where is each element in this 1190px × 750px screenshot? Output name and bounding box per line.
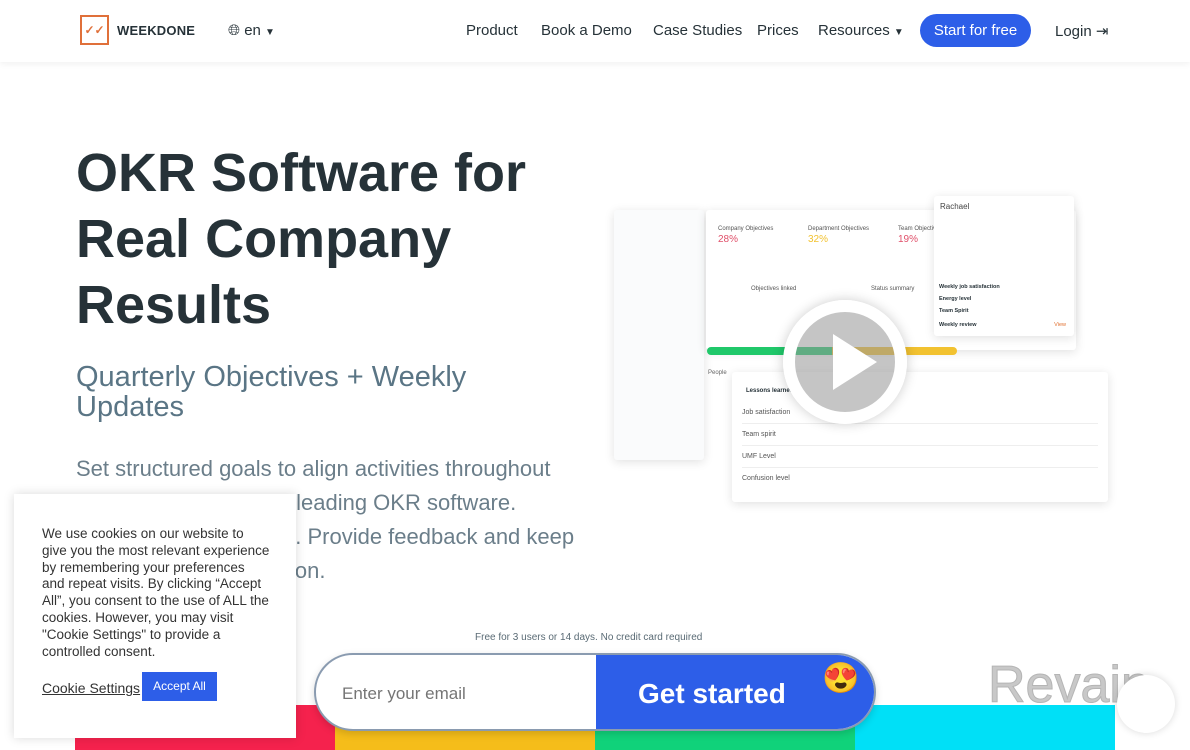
cookie-settings-link[interactable]: Cookie Settings xyxy=(42,680,140,697)
nav-product[interactable]: Product xyxy=(466,22,518,39)
play-video-icon[interactable] xyxy=(783,300,907,424)
login-label: Login xyxy=(1055,23,1092,40)
caret-down-icon: ▼ xyxy=(265,27,275,38)
language-selector[interactable]: 🌐︎ en ▼ xyxy=(228,22,275,39)
login-link[interactable]: Login ⇥ xyxy=(1055,22,1108,40)
card-label: Company Objectives xyxy=(718,226,774,232)
rating-label: Team Spirit xyxy=(939,308,969,314)
nav-prices[interactable]: Prices xyxy=(757,22,799,39)
chat-widget-icon[interactable] xyxy=(1117,675,1175,733)
start-free-button[interactable]: Start for free xyxy=(920,14,1031,47)
nav-case-studies[interactable]: Case Studies xyxy=(653,22,742,39)
status-summary-label: Status summary xyxy=(871,286,915,292)
rating-label: Weekly job satisfaction xyxy=(939,284,1000,290)
top-nav: ✓✓ WEEKDONE 🌐︎ en ▼ Product Book a Demo … xyxy=(0,0,1190,62)
card-label: Department Objectives xyxy=(808,226,870,232)
login-arrow-icon: ⇥ xyxy=(1095,23,1109,40)
card-value: 32% xyxy=(808,234,829,245)
hero-subtitle: Quarterly Objectives + Weekly Updates xyxy=(76,361,467,423)
cookie-banner: We use cookies on our website to give yo… xyxy=(14,494,296,738)
weekly-review-label: Weekly review xyxy=(939,322,977,328)
people-label: People xyxy=(708,370,727,376)
nav-resources[interactable]: Resources ▼ xyxy=(818,22,904,39)
accept-all-button[interactable]: Accept All xyxy=(142,672,217,701)
mock-sidebar xyxy=(614,210,704,460)
objectives-linked-label: Objectives linked xyxy=(751,286,797,292)
nav-resources-label: Resources xyxy=(818,22,890,39)
lessons-label: Lessons learned xyxy=(746,388,794,394)
card-value: 19% xyxy=(898,234,919,245)
card-value: 28% xyxy=(718,234,739,245)
caret-down-icon: ▼ xyxy=(893,27,904,38)
heart-eyes-emoji-icon: 😍 xyxy=(822,662,860,695)
person-name: Rachael xyxy=(940,202,970,211)
rating-label: Energy level xyxy=(939,296,972,302)
signup-form: Get started xyxy=(314,653,876,731)
globe-icon: 🌐︎ xyxy=(228,22,241,39)
weekdone-logo-icon[interactable]: ✓✓ xyxy=(80,15,109,45)
cookie-text: We use cookies on our website to give yo… xyxy=(42,526,270,659)
free-trial-note: Free for 3 users or 14 days. No credit c… xyxy=(475,632,703,643)
lang-label: en xyxy=(244,22,261,39)
hero-title: OKR Software for Real Company Results xyxy=(76,143,527,335)
lessons-panel: Lessons learned Job satisfaction Team sp… xyxy=(732,372,1108,502)
email-input[interactable] xyxy=(316,655,596,729)
person-card: Rachael Weekly job satisfaction Energy l… xyxy=(934,196,1074,336)
lesson-row: UMF Level xyxy=(742,446,1098,468)
view-link: View xyxy=(1054,322,1066,328)
lesson-row: Confusion level xyxy=(742,475,790,482)
lesson-row: Team spirit xyxy=(742,424,1098,446)
lesson-row: Job satisfaction xyxy=(742,402,1098,424)
nav-book-demo[interactable]: Book a Demo xyxy=(541,22,632,39)
brand-name[interactable]: WEEKDONE xyxy=(117,23,195,38)
